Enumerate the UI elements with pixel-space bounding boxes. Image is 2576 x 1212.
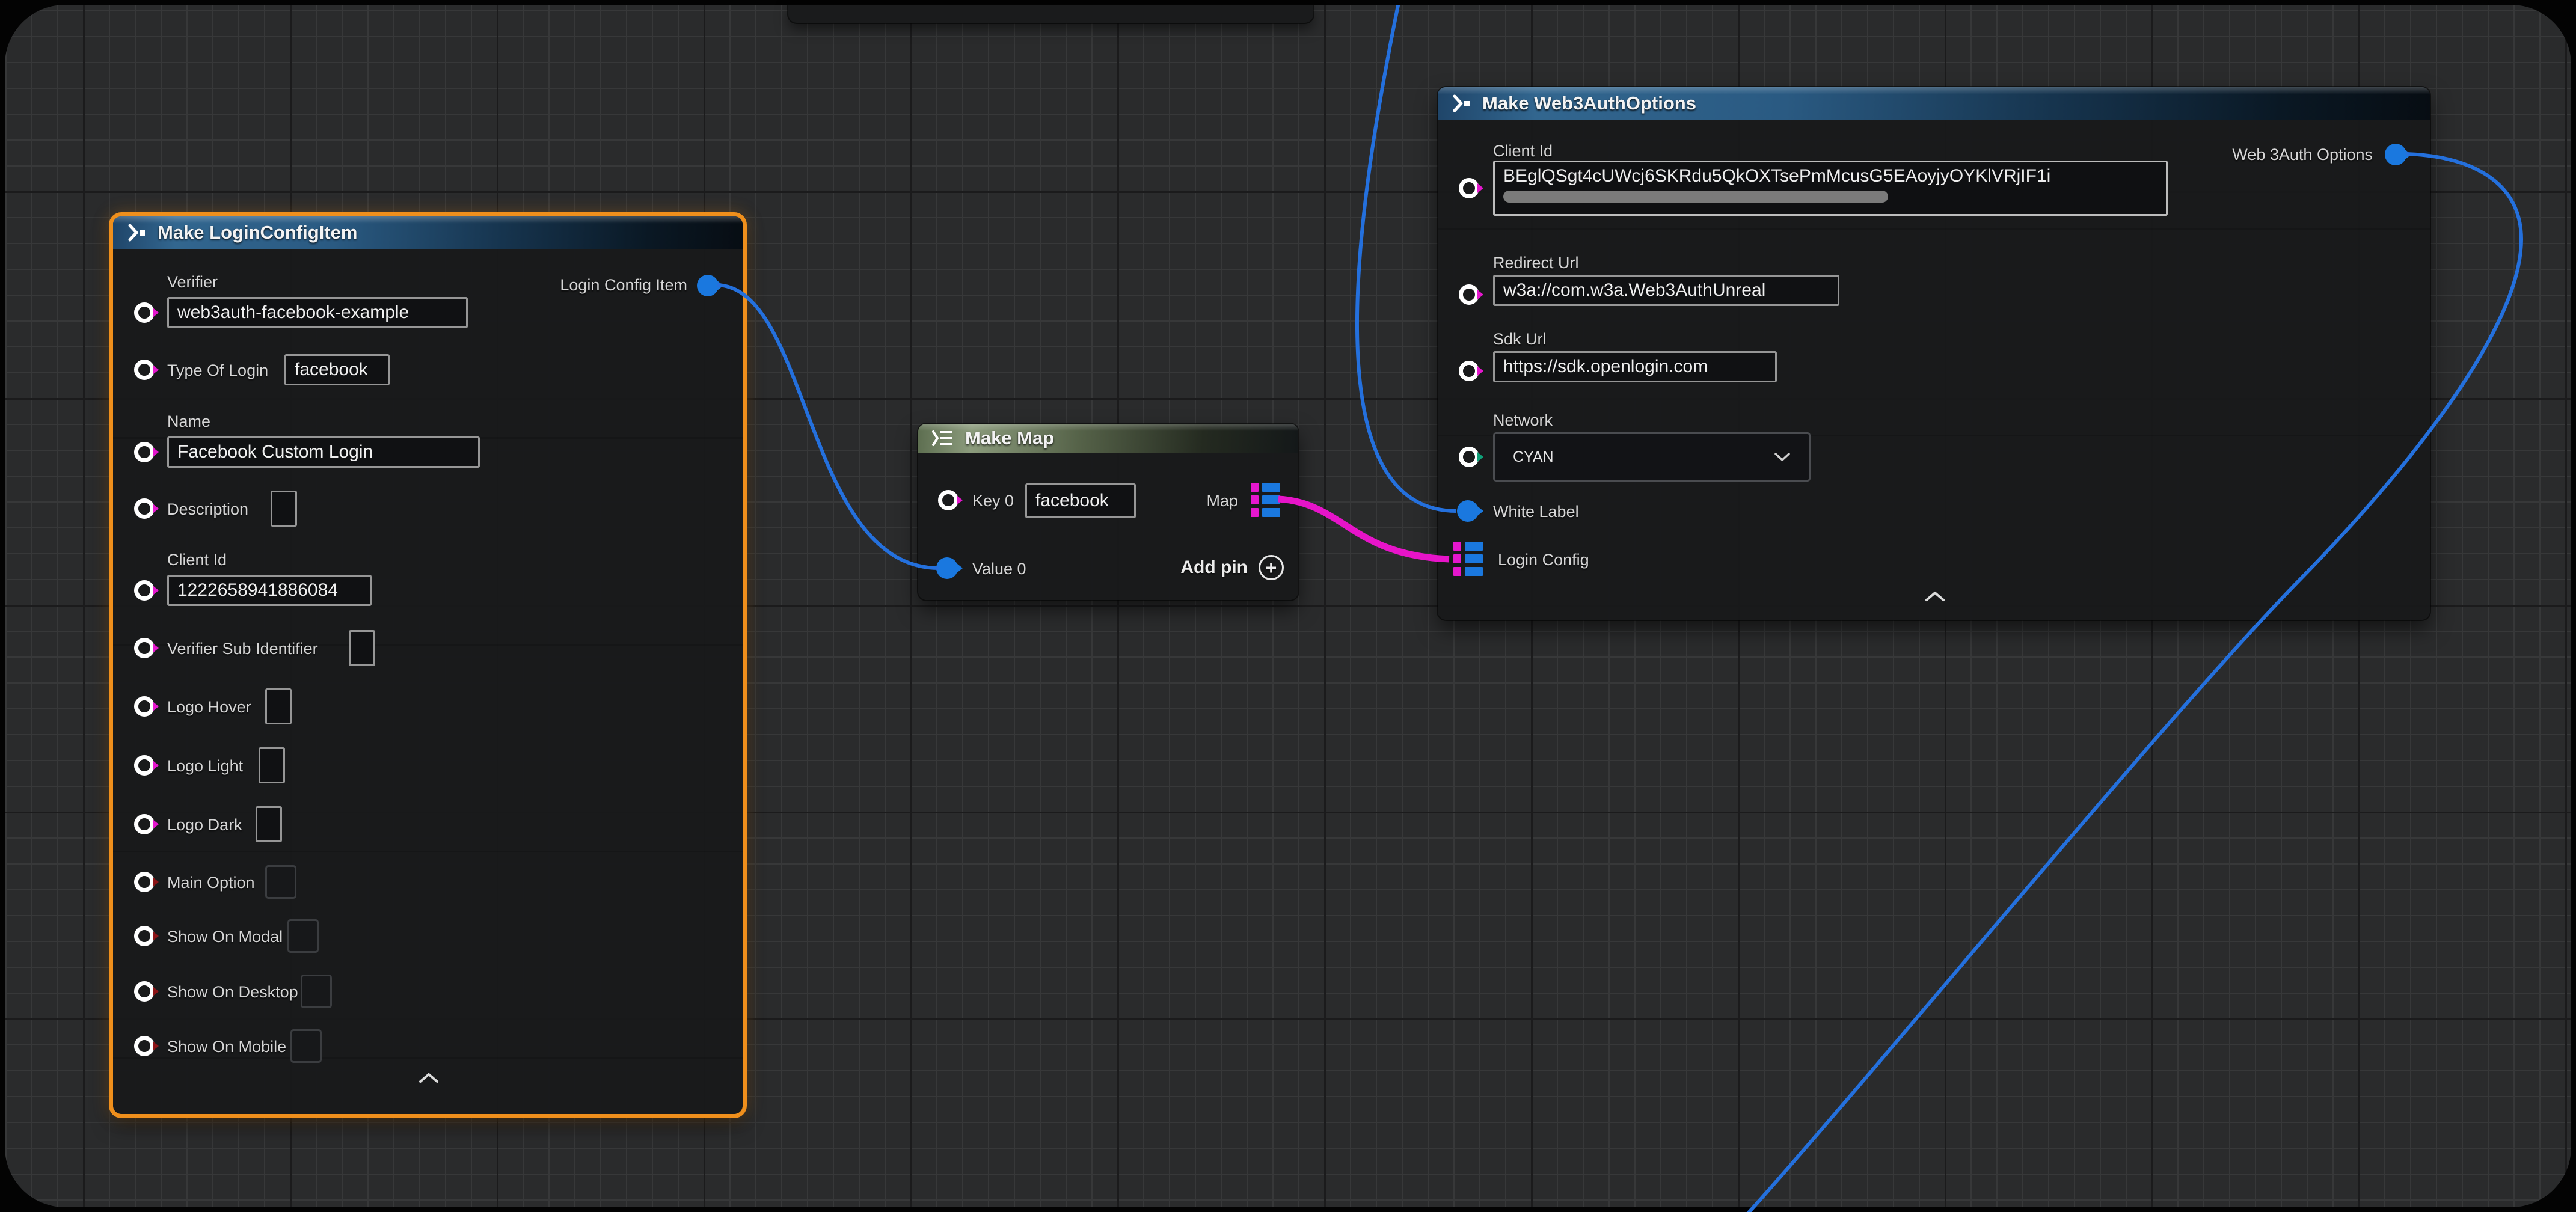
pin-label-type-of-login: Type Of Login xyxy=(167,361,268,380)
pin-label-redirect-url: Redirect Url xyxy=(1493,253,1579,272)
client-id-input[interactable] xyxy=(167,575,372,606)
redirect-url-input[interactable] xyxy=(1493,275,1839,306)
show-on-modal-checkbox[interactable] xyxy=(287,919,319,953)
pin-logo-dark[interactable] xyxy=(134,814,155,834)
pin-logo-hover[interactable] xyxy=(134,696,155,717)
pin-label-main-option: Main Option xyxy=(167,873,255,892)
horizontal-scrollbar[interactable] xyxy=(1503,191,1888,203)
pin-label-verifier: Verifier xyxy=(167,272,218,292)
node-make-loginconfigitem[interactable]: Make LoginConfigItem Login Config Item V… xyxy=(113,216,743,1114)
add-pin-label: Add pin xyxy=(1180,557,1248,578)
verifier-sub-identifier-input[interactable] xyxy=(349,630,375,666)
pin-label-show-on-mobile: Show On Mobile xyxy=(167,1037,286,1056)
pin-verifier-sub-identifier[interactable] xyxy=(134,638,155,658)
key0-input[interactable] xyxy=(1025,483,1136,518)
pin-label-key0: Key 0 xyxy=(972,491,1014,510)
node-header-make-web3authoptions[interactable]: Make Web3AuthOptions xyxy=(1438,87,2430,120)
chevron-down-icon xyxy=(1774,452,1791,462)
node-title: Make Web3AuthOptions xyxy=(1482,93,1696,114)
collapse-chevron-icon[interactable] xyxy=(419,1073,439,1083)
make-struct-icon xyxy=(1451,94,1471,113)
pin-type-of-login[interactable] xyxy=(134,360,155,380)
main-option-checkbox[interactable] xyxy=(265,865,296,899)
pin-redirect-url[interactable] xyxy=(1459,284,1479,305)
description-input[interactable] xyxy=(271,491,297,527)
pin-label-verifier-sub-identifier: Verifier Sub Identifier xyxy=(167,639,318,658)
pin-show-on-modal[interactable] xyxy=(134,926,155,946)
make-struct-icon xyxy=(126,223,147,242)
collapse-chevron-icon[interactable] xyxy=(1925,591,1945,602)
client-id-input[interactable]: BEglQSgt4cUWcj6SKRdu5QkOXTsePmMcusG5EAoy… xyxy=(1493,161,2168,216)
wire-map-to-login-config[interactable] xyxy=(1278,499,1449,559)
pin-label-logo-dark: Logo Dark xyxy=(167,815,242,834)
pin-login-config-item-out[interactable] xyxy=(697,275,719,296)
node-header-make-loginconfigitem[interactable]: Make LoginConfigItem xyxy=(113,216,743,249)
pin-sdk-url[interactable] xyxy=(1459,361,1479,381)
network-selected-value: CYAN xyxy=(1513,448,1554,466)
show-on-desktop-checkbox[interactable] xyxy=(301,975,332,1008)
pin-key0[interactable] xyxy=(938,490,958,510)
sdk-url-input[interactable] xyxy=(1493,351,1777,382)
network-dropdown[interactable]: CYAN xyxy=(1493,432,1811,482)
pin-label-login-config: Login Config xyxy=(1498,550,1589,569)
client-id-text: BEglQSgt4cUWcj6SKRdu5QkOXTsePmMcusG5EAoy… xyxy=(1503,166,2157,186)
node-header-make-map[interactable]: Make Map xyxy=(918,424,1298,453)
pin-logo-light[interactable] xyxy=(134,755,155,776)
pin-label-client-id: Client Id xyxy=(1493,141,1553,161)
output-pin-label: Map xyxy=(1206,491,1238,510)
pin-show-on-mobile[interactable] xyxy=(134,1036,155,1056)
node-make-web3authoptions[interactable]: Make Web3AuthOptions Web 3Auth Options C… xyxy=(1438,87,2430,620)
pin-main-option[interactable] xyxy=(134,872,155,892)
pin-label-network: Network xyxy=(1493,411,1553,430)
pin-label-show-on-desktop: Show On Desktop xyxy=(167,982,298,1002)
pin-label-value0: Value 0 xyxy=(972,559,1026,578)
pin-value0[interactable] xyxy=(936,557,958,579)
node-title: Make Map xyxy=(965,427,1054,449)
verifier-input[interactable] xyxy=(167,297,468,328)
type-of-login-input[interactable] xyxy=(284,354,390,385)
pin-client-id[interactable] xyxy=(134,580,155,601)
blueprint-editor: Make LoginConfigItem Login Config Item V… xyxy=(0,0,2576,1212)
pin-label-name: Name xyxy=(167,412,210,431)
add-pin-button[interactable]: Add pin + xyxy=(1180,555,1284,580)
node-make-map[interactable]: Make Map Key 0 Map Value 0 Add pin + xyxy=(918,424,1298,600)
logo-light-input[interactable] xyxy=(259,747,285,783)
pin-web3auth-options-out[interactable] xyxy=(2385,144,2406,165)
pin-label-white-label: White Label xyxy=(1493,502,1579,521)
pin-white-label[interactable] xyxy=(1457,500,1479,522)
pin-login-config[interactable] xyxy=(1453,542,1483,576)
pin-label-sdk-url: Sdk Url xyxy=(1493,329,1547,349)
pin-client-id[interactable] xyxy=(1459,178,1479,198)
wire-login-config-item-to-value0[interactable] xyxy=(717,285,939,568)
pin-description[interactable] xyxy=(134,498,155,519)
logo-dark-input[interactable] xyxy=(256,806,282,842)
show-on-mobile-checkbox[interactable] xyxy=(290,1029,322,1063)
offscreen-node-edge[interactable] xyxy=(788,5,1313,23)
pin-label-show-on-modal: Show On Modal xyxy=(167,927,283,946)
plus-circle-icon: + xyxy=(1259,555,1284,580)
pin-label-logo-hover: Logo Hover xyxy=(167,697,251,717)
make-container-icon xyxy=(931,429,954,447)
pin-label-description: Description xyxy=(167,500,248,519)
logo-hover-input[interactable] xyxy=(265,688,292,724)
pin-name[interactable] xyxy=(134,442,155,462)
pin-label-client-id: Client Id xyxy=(167,550,227,569)
node-title: Make LoginConfigItem xyxy=(158,222,357,243)
pin-verifier[interactable] xyxy=(134,302,155,323)
pin-network[interactable] xyxy=(1459,447,1479,467)
pin-label-logo-light: Logo Light xyxy=(167,756,243,776)
pin-map-out[interactable] xyxy=(1251,483,1280,517)
pin-show-on-desktop[interactable] xyxy=(134,981,155,1002)
name-input[interactable] xyxy=(167,436,480,468)
graph-canvas[interactable]: Make LoginConfigItem Login Config Item V… xyxy=(5,5,2571,1207)
output-pin-label: Login Config Item xyxy=(560,275,687,295)
output-pin-label: Web 3Auth Options xyxy=(2232,145,2373,164)
